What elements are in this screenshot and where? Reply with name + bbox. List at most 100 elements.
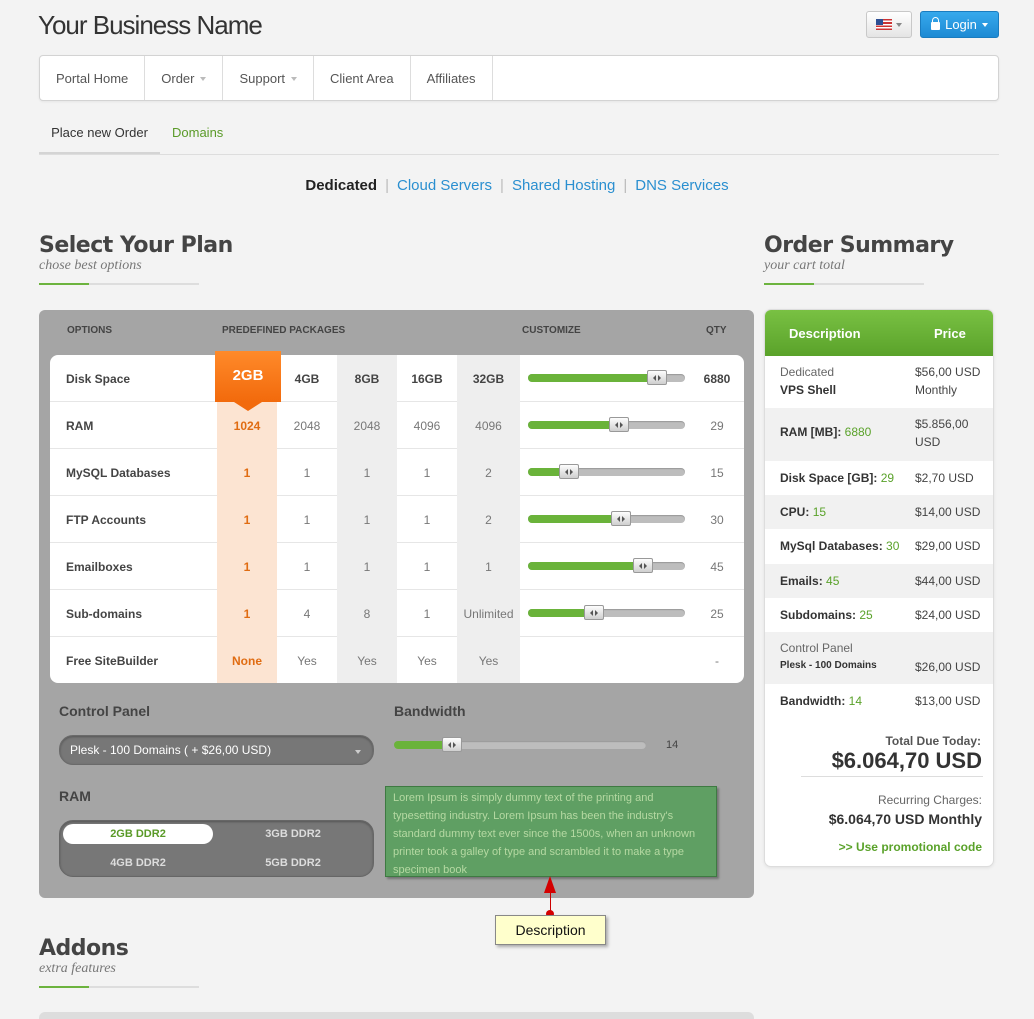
slider-handle[interactable] <box>610 511 631 526</box>
slider-fill <box>528 515 621 523</box>
summary-value: 25 <box>859 608 873 622</box>
package-value: 1 <box>337 543 397 590</box>
addons-section-header: Addons extra features <box>39 936 199 988</box>
package-value: 2048 <box>293 418 321 433</box>
bandwidth-label: Bandwidth <box>394 703 466 719</box>
login-button[interactable]: Login <box>920 11 999 38</box>
annotation-arrow-head <box>544 876 556 893</box>
customize-slider[interactable] <box>528 464 685 479</box>
addons-panel <box>39 1012 754 1019</box>
header-qty: QTY <box>706 325 727 336</box>
disk-space-slider[interactable] <box>528 370 685 385</box>
nav-order[interactable]: Order <box>145 56 224 100</box>
customize-slider[interactable] <box>528 417 685 432</box>
slider-handle[interactable] <box>646 370 667 385</box>
row-qty: 45 <box>710 559 724 574</box>
tab-place-new-order[interactable]: Place new Order <box>39 112 160 154</box>
summary-label: Dedicated <box>780 365 835 379</box>
customize-slider[interactable] <box>528 558 685 573</box>
customize-slider[interactable] <box>528 511 685 526</box>
promo-label: Use promotional code <box>855 840 982 854</box>
package-2gb-selected[interactable]: 2GB <box>215 351 281 411</box>
package-value: 1 <box>303 559 311 574</box>
table-row: RAM 1024 2048 2048 4096 4096 29 <box>50 402 744 449</box>
package-value: Yes <box>337 637 397 683</box>
package-value: 1 <box>217 449 277 496</box>
bandwidth-slider[interactable] <box>394 737 646 752</box>
package-value: 1 <box>423 512 431 527</box>
ram-option-2gb[interactable]: 2GB DDR2 <box>63 824 213 844</box>
package-value: 1 <box>423 606 431 621</box>
control-panel-select[interactable]: Plesk - 100 Domains ( + $26,00 USD) <box>59 735 374 765</box>
package-value: 4096 <box>413 418 441 433</box>
chevron-down-icon <box>896 22 902 27</box>
tab-domains[interactable]: Domains <box>172 112 223 154</box>
customize-slider[interactable] <box>528 605 685 620</box>
summary-price-detail: Monthly <box>915 383 958 397</box>
package-4gb[interactable]: 4GB <box>277 355 337 402</box>
summary-label: RAM [MB]: 6880 <box>780 425 872 439</box>
ram-option-5gb[interactable]: 5GB DDR2 <box>218 853 368 873</box>
package-value: 1 <box>217 496 277 543</box>
summary-price: $2,70 USD <box>915 471 974 485</box>
package-value: 1 <box>337 449 397 496</box>
plan-subtitle: chose best options <box>39 258 142 273</box>
summary-row: Subdomains: 25 $24,00 USD <box>765 598 993 632</box>
slider-handle[interactable] <box>583 605 604 620</box>
slider-handle[interactable] <box>441 737 462 752</box>
package-value: 1 <box>423 465 431 480</box>
slider-handle[interactable] <box>632 558 653 573</box>
promo-code-link[interactable]: >> Use promotional code <box>839 840 982 854</box>
package-value: 1 <box>217 543 277 590</box>
summary-row: RAM [MB]: 6880 $5.856,00 USD <box>765 408 993 461</box>
package-32gb[interactable]: 32GB <box>457 355 520 402</box>
language-selector[interactable] <box>866 11 912 38</box>
main-nav: Portal Home Order Support Client Area Af… <box>39 55 999 101</box>
package-value: Yes <box>297 653 317 668</box>
slider-handle[interactable] <box>558 464 579 479</box>
category-dedicated[interactable]: Dedicated <box>305 177 377 194</box>
summary-header-price: Price <box>934 326 966 341</box>
nav-client-area[interactable]: Client Area <box>314 56 411 100</box>
control-panel-value: Plesk - 100 Domains ( + $26,00 USD) <box>70 743 272 757</box>
nav-affiliates[interactable]: Affiliates <box>411 56 493 100</box>
total-due-value: $6.064,70 USD <box>831 748 982 773</box>
category-shared-hosting[interactable]: Shared Hosting <box>512 177 615 194</box>
separator: | <box>500 177 504 194</box>
nav-support[interactable]: Support <box>223 56 315 100</box>
summary-label-detail: Plesk - 100 Domains <box>780 660 877 671</box>
total-due-label: Total Due Today: <box>885 734 981 748</box>
nav-portal-home[interactable]: Portal Home <box>40 56 146 100</box>
chevron-down-icon <box>355 750 361 754</box>
plan-table: Disk Space 4GB 8GB 16GB 32GB 6880 RAM 102… <box>50 355 744 683</box>
table-row-disk-space: Disk Space 4GB 8GB 16GB 32GB 6880 <box>50 355 744 402</box>
summary-header: Description Price <box>765 310 993 356</box>
header-customize: CUSTOMIZE <box>522 325 581 336</box>
category-dns-services[interactable]: DNS Services <box>635 177 728 194</box>
summary-label: Bandwidth: 14 <box>780 694 863 708</box>
summary-label: Subdomains: 25 <box>780 608 873 622</box>
row-label: MySQL Databases <box>66 465 171 480</box>
package-16gb[interactable]: 16GB <box>397 355 457 402</box>
summary-label-detail: VPS Shell <box>780 383 837 397</box>
slider-handle[interactable] <box>609 417 630 432</box>
summary-price: $26,00 USD <box>915 660 981 674</box>
ram-option-4gb[interactable]: 4GB DDR2 <box>63 853 213 873</box>
summary-value: 45 <box>826 574 840 588</box>
ram-label: RAM <box>59 788 91 804</box>
ram-option-3gb[interactable]: 3GB DDR2 <box>218 824 368 844</box>
package-value: 1 <box>303 512 311 527</box>
bandwidth-value: 14 <box>666 739 679 751</box>
summary-value: 30 <box>886 539 900 553</box>
brand-title: Your Business Name <box>38 10 263 40</box>
category-links: Dedicated | Cloud Servers | Shared Hosting | D… <box>0 177 1034 194</box>
row-qty: 15 <box>710 465 724 480</box>
summary-price: $44,00 USD <box>915 574 981 588</box>
category-cloud-servers[interactable]: Cloud Servers <box>397 177 492 194</box>
package-value: Unlimited <box>457 590 520 637</box>
title-rule <box>39 283 199 285</box>
package-value: 1 <box>423 559 431 574</box>
package-8gb[interactable]: 8GB <box>337 355 397 402</box>
summary-price: $13,00 USD <box>915 694 981 708</box>
slider-fill <box>528 374 657 382</box>
